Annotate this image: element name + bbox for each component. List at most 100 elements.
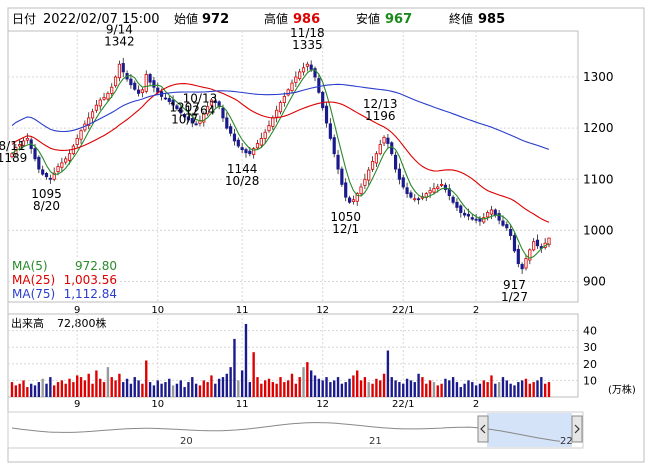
- price-tick-label: 1000: [583, 223, 614, 237]
- legend-ma25-label: MA(25): [12, 273, 55, 287]
- volume-bar: [275, 383, 278, 397]
- volume-bar: [145, 360, 148, 397]
- candle-body: [443, 184, 448, 190]
- candle-body: [129, 78, 133, 86]
- candle-body: [263, 131, 267, 139]
- candle-body: [113, 76, 118, 87]
- volume-bar: [313, 375, 317, 397]
- volume-bar: [64, 383, 67, 397]
- volume-bar: [379, 380, 382, 397]
- volume-bar: [53, 385, 56, 397]
- candle-body: [524, 258, 528, 269]
- high-value: 986: [293, 12, 320, 27]
- volume-bar: [22, 380, 25, 397]
- volume-title: 出来高 72,800株: [11, 316, 107, 330]
- open-value: 972: [202, 12, 229, 27]
- volume-bar: [352, 375, 355, 397]
- candle-body: [140, 89, 145, 94]
- volume-bar: [306, 362, 309, 397]
- volume-bar: [482, 380, 485, 397]
- volume-bar: [106, 367, 110, 397]
- volume-bar: [206, 382, 209, 397]
- volume-bar: [317, 378, 321, 397]
- volume-bar: [229, 367, 232, 397]
- volume-bar: [279, 377, 282, 397]
- volume-bar: [202, 380, 205, 397]
- candle-body: [60, 162, 64, 168]
- volume-bar: [214, 383, 217, 397]
- volume-bar: [164, 382, 167, 397]
- volume-bar: [210, 375, 213, 397]
- navigator-left-handle[interactable]: [477, 415, 489, 443]
- volume-bar: [221, 377, 225, 397]
- candle-body: [121, 63, 125, 73]
- candle-body: [416, 198, 421, 201]
- candle-body: [393, 154, 398, 170]
- volume-bar: [183, 387, 186, 397]
- candle-body: [466, 213, 471, 217]
- volume-bar: [141, 383, 144, 397]
- volume-bar: [321, 380, 324, 397]
- candle-body: [79, 130, 83, 140]
- volume-bar: [76, 375, 79, 397]
- volume-bar: [455, 382, 459, 397]
- candle-body: [470, 217, 474, 220]
- candle-body: [44, 173, 49, 178]
- volume-bar: [367, 382, 370, 397]
- candle-body: [397, 168, 401, 180]
- candle-body: [378, 144, 382, 155]
- candle-body: [478, 218, 482, 222]
- volume-bar: [187, 382, 190, 397]
- candle-body: [489, 209, 494, 215]
- volume-bar: [152, 385, 156, 397]
- volume-bar: [432, 382, 436, 397]
- candle-body: [459, 205, 463, 213]
- candle-body: [405, 187, 409, 195]
- volume-tick-label: 30: [583, 341, 597, 354]
- volume-bar: [37, 382, 41, 397]
- volume-bar: [194, 383, 198, 397]
- volume-bar: [49, 377, 52, 397]
- candle-body: [321, 91, 325, 109]
- volume-bar: [102, 382, 106, 397]
- volume-bar: [83, 380, 87, 397]
- annotation-sublabel: 1342: [104, 35, 135, 49]
- navigator-right-handle[interactable]: [571, 415, 583, 443]
- volume-bar: [448, 380, 451, 397]
- volume-bar: [156, 380, 159, 397]
- candle-body: [278, 102, 283, 113]
- volume-bar: [428, 380, 432, 397]
- volume-bar: [413, 382, 416, 397]
- volume-bar: [33, 385, 37, 397]
- volume-bar: [41, 378, 44, 397]
- candle-body: [110, 86, 114, 94]
- annotation-sublabel: 1189: [0, 151, 27, 165]
- volume-bar: [463, 383, 466, 397]
- candle-body: [455, 201, 459, 208]
- volume-bar: [18, 383, 21, 397]
- volume-bar: [524, 378, 528, 397]
- candle-body: [347, 197, 352, 203]
- volume-bar: [302, 367, 305, 397]
- candle-body: [440, 183, 444, 186]
- candle-body: [532, 241, 536, 251]
- volume-tick-label: 10: [583, 374, 597, 387]
- annotation-sublabel: 1/27: [501, 290, 528, 304]
- volume-bar: [532, 382, 535, 397]
- volume-bar: [390, 377, 393, 397]
- volume-bar: [344, 382, 347, 397]
- candle-body: [486, 212, 490, 218]
- volume-bar: [168, 378, 171, 397]
- candle-body: [432, 188, 436, 193]
- volume-bar: [91, 383, 94, 397]
- candle-body: [409, 192, 413, 198]
- volume-bar: [122, 382, 125, 397]
- candle-body: [290, 82, 294, 91]
- volume-bar: [540, 377, 543, 397]
- volume-bar: [179, 380, 182, 397]
- candle-body: [221, 107, 225, 119]
- volume-bar: [356, 370, 359, 397]
- price-tick-label: 1300: [583, 70, 614, 84]
- candle-body: [98, 99, 102, 107]
- volume-bar: [240, 370, 244, 397]
